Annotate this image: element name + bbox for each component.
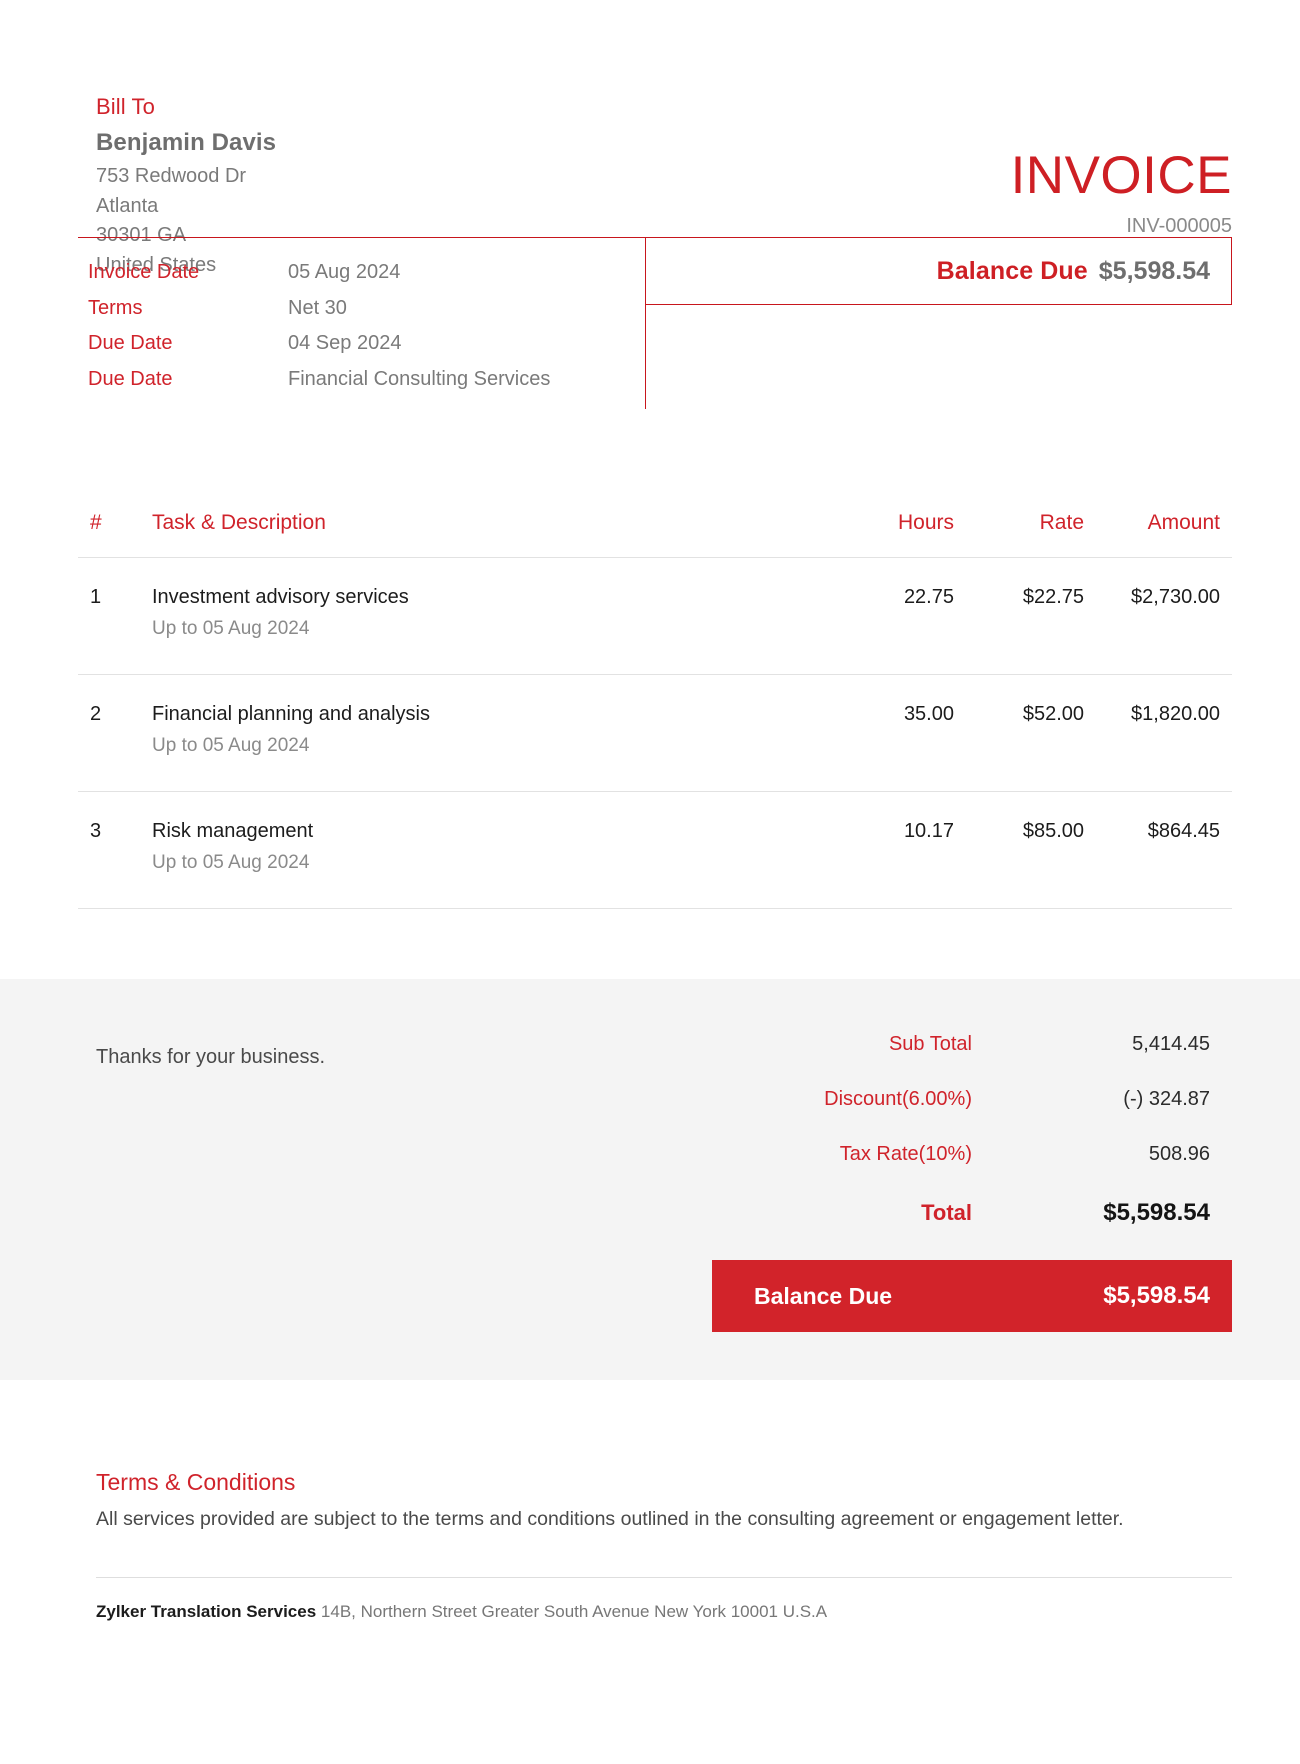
line-items-body: 1 Investment advisory services Up to 05 …: [78, 558, 1232, 909]
meta-value-subject: Financial Consulting Services: [288, 368, 550, 391]
row-hours: 10.17: [814, 792, 954, 909]
column-header-amount: Amount: [1084, 511, 1232, 558]
invoice-number: INV-000005: [1011, 212, 1232, 240]
customer-city: Atlanta: [96, 193, 276, 220]
thanks-note: Thanks for your business.: [96, 1017, 325, 1332]
balance-due-bar-label: Balance Due: [754, 1283, 892, 1310]
column-header-hours: Hours: [814, 511, 954, 558]
totals-row-sub-total: Sub Total 5,414.45: [712, 1017, 1232, 1072]
row-rate: $52.00: [954, 675, 1084, 792]
totals-row-total: Total $5,598.54: [712, 1182, 1232, 1244]
table-row: 3 Risk management Up to 05 Aug 2024 10.1…: [78, 792, 1232, 909]
meta-label-subject: Due Date: [88, 368, 288, 391]
row-number: 2: [78, 675, 140, 792]
row-amount: $2,730.00: [1084, 558, 1232, 675]
footer-divider: [96, 1577, 1232, 1578]
row-subtitle: Up to 05 Aug 2024: [152, 852, 814, 874]
row-rate: $85.00: [954, 792, 1084, 909]
invoice-footer: Terms & Conditions All services provided…: [0, 1380, 1300, 1624]
row-number: 3: [78, 792, 140, 909]
company-address: 14B, Northern Street Greater South Avenu…: [321, 1602, 827, 1621]
balance-due-label: Balance Due: [937, 257, 1088, 286]
balance-due-bar-value: $5,598.54: [1103, 1282, 1210, 1310]
meta-row-subject: Due Date Financial Consulting Services: [88, 362, 645, 398]
bill-to-label: Bill To: [96, 92, 276, 122]
table-row: 1 Investment advisory services Up to 05 …: [78, 558, 1232, 675]
terms-title: Terms & Conditions: [96, 1466, 1232, 1498]
row-amount: $1,820.00: [1084, 675, 1232, 792]
column-header-description: Task & Description: [140, 511, 814, 558]
company-name: Zylker Translation Services: [96, 1602, 316, 1621]
meta-value-invoice-date: 05 Aug 2024: [288, 261, 400, 284]
column-header-number: #: [78, 511, 140, 558]
totals-list: Sub Total 5,414.45 Discount(6.00%) (-) 3…: [712, 1017, 1232, 1332]
table-row: 2 Financial planning and analysis Up to …: [78, 675, 1232, 792]
table-header-row: # Task & Description Hours Rate Amount: [78, 511, 1232, 558]
line-items-header: # Task & Description Hours Rate Amount: [78, 511, 1232, 558]
discount-value: (-) 324.87: [1030, 1088, 1210, 1111]
balance-due-bar: Balance Due $5,598.54: [712, 1260, 1232, 1332]
page-title: INVOICE: [1011, 148, 1232, 204]
row-subtitle: Up to 05 Aug 2024: [152, 618, 814, 640]
total-label: Total: [712, 1200, 1030, 1226]
company-footer-line: Zylker Translation Services 14B, Norther…: [96, 1600, 1232, 1624]
customer-name: Benjamin Davis: [96, 126, 276, 160]
meta-value-due-date: 04 Sep 2024: [288, 332, 401, 355]
meta-value-terms: Net 30: [288, 297, 347, 320]
invoice-meta-list: Invoice Date 05 Aug 2024 Terms Net 30 Du…: [78, 238, 646, 409]
row-title: Risk management: [152, 820, 814, 843]
row-hours: 35.00: [814, 675, 954, 792]
row-subtitle: Up to 05 Aug 2024: [152, 735, 814, 757]
row-description: Investment advisory services Up to 05 Au…: [140, 558, 814, 675]
invoice-document: Bill To Benjamin Davis 753 Redwood Dr At…: [0, 0, 1300, 1764]
sub-total-label: Sub Total: [712, 1033, 1030, 1056]
row-hours: 22.75: [814, 558, 954, 675]
meta-row-due-date: Due Date 04 Sep 2024: [88, 326, 645, 362]
totals-section: Thanks for your business. Sub Total 5,41…: [0, 979, 1300, 1380]
invoice-meta-section: Invoice Date 05 Aug 2024 Terms Net 30 Du…: [78, 237, 1232, 409]
row-description: Risk management Up to 05 Aug 2024: [140, 792, 814, 909]
meta-label-terms: Terms: [88, 297, 288, 320]
column-header-rate: Rate: [954, 511, 1084, 558]
customer-address-line1: 753 Redwood Dr: [96, 163, 276, 190]
line-items-section: # Task & Description Hours Rate Amount 1…: [78, 511, 1232, 909]
invoice-header: Bill To Benjamin Davis 753 Redwood Dr At…: [0, 0, 1300, 212]
totals-row-discount: Discount(6.00%) (-) 324.87: [712, 1072, 1232, 1127]
tax-rate-value: 508.96: [1030, 1143, 1210, 1166]
balance-due-amount: $5,598.54: [1099, 257, 1210, 286]
row-rate: $22.75: [954, 558, 1084, 675]
meta-row-invoice-date: Invoice Date 05 Aug 2024: [88, 255, 645, 291]
row-amount: $864.45: [1084, 792, 1232, 909]
line-items-table: # Task & Description Hours Rate Amount 1…: [78, 511, 1232, 909]
meta-label-invoice-date: Invoice Date: [88, 261, 288, 284]
meta-row-terms: Terms Net 30: [88, 291, 645, 327]
meta-label-due-date: Due Date: [88, 332, 288, 355]
balance-due-panel: Balance Due $5,598.54: [646, 238, 1232, 409]
invoice-title-block: INVOICE INV-000005: [1011, 148, 1232, 240]
row-title: Financial planning and analysis: [152, 703, 814, 726]
balance-due-summary: Balance Due $5,598.54: [646, 238, 1232, 305]
sub-total-value: 5,414.45: [1030, 1033, 1210, 1056]
terms-text: All services provided are subject to the…: [96, 1504, 1232, 1534]
discount-label: Discount(6.00%): [712, 1088, 1030, 1111]
total-value: $5,598.54: [1030, 1199, 1210, 1227]
row-description: Financial planning and analysis Up to 05…: [140, 675, 814, 792]
tax-rate-label: Tax Rate(10%): [712, 1143, 1030, 1166]
totals-row-tax: Tax Rate(10%) 508.96: [712, 1127, 1232, 1182]
row-number: 1: [78, 558, 140, 675]
row-title: Investment advisory services: [152, 586, 814, 609]
